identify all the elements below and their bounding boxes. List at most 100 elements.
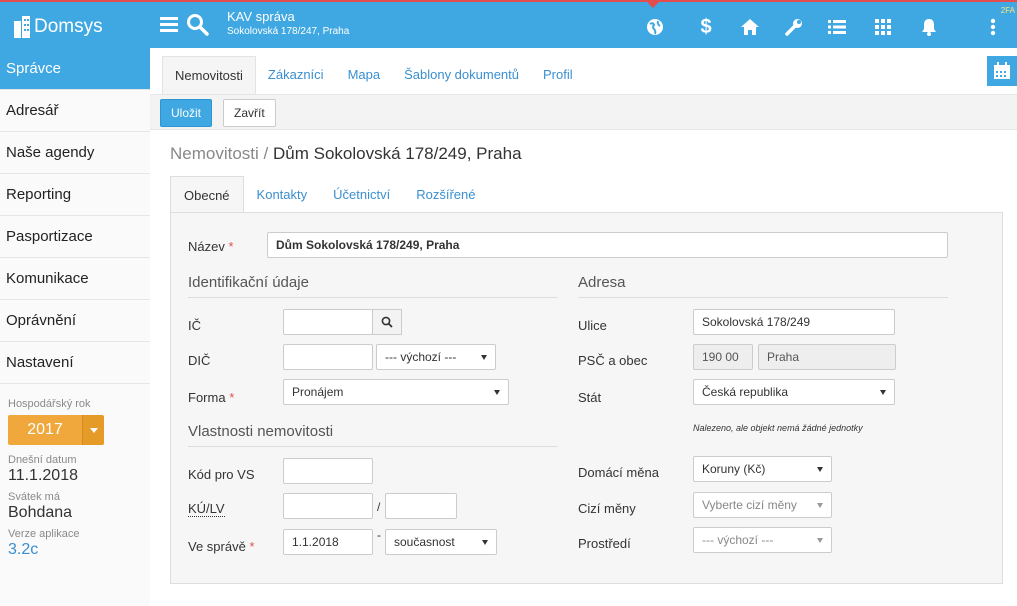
close-button[interactable]: Zavřít (223, 99, 276, 127)
bell-icon[interactable] (918, 16, 940, 38)
ve-sprave-separator: - (377, 528, 381, 542)
tab-sablony-dokumentu[interactable]: Šablony dokumentů (392, 56, 531, 94)
kod-vs-field[interactable] (283, 458, 373, 484)
sidebar-item-spravce[interactable]: Správce (0, 48, 150, 90)
ve-sprave-to-select[interactable]: současnost (385, 529, 497, 555)
sidebar: Správce Adresář Naše agendy Reporting Pa… (0, 48, 150, 606)
name-field[interactable]: Dům Sokolovská 178/249, Praha (267, 232, 948, 258)
dic-field[interactable] (283, 344, 373, 370)
forma-select[interactable]: Pronájem (283, 379, 509, 405)
ic-lookup-button[interactable] (372, 309, 402, 335)
breadcrumb-parent[interactable]: Nemovitosti / (170, 144, 268, 163)
sidebar-item-opravneni[interactable]: Oprávnění (0, 300, 150, 342)
fiscal-year-label: Hospodářský rok (8, 398, 91, 410)
chevron-down-icon (482, 540, 488, 545)
ku-lv-label[interactable]: KÚ/LV (188, 501, 225, 517)
ve-sprave-from-field[interactable]: 1.1.2018 (283, 529, 373, 555)
fiscal-year-value[interactable]: 2017 (8, 415, 82, 445)
obec-field: Praha (758, 344, 896, 370)
ve-sprave-label: Ve správě * (188, 539, 255, 554)
required-mark: * (229, 390, 235, 405)
breadcrumb-current: Dům Sokolovská 178/249, Praha (272, 144, 522, 163)
prostredi-label: Prostředí (578, 536, 631, 551)
domaci-mena-label: Domácí měna (578, 465, 659, 480)
tab-zakaznici[interactable]: Zákazníci (256, 56, 336, 94)
list-icon[interactable] (826, 16, 848, 38)
cizi-meny-select[interactable]: Vyberte cizí měny (693, 492, 832, 518)
kod-vs-label: Kód pro VS (188, 467, 255, 482)
page-title: Nemovitosti / Dům Sokolovská 178/249, Pr… (170, 144, 522, 164)
search-icon (381, 316, 393, 328)
prostredi-select[interactable]: --- výchozí --- (693, 527, 832, 553)
hamburger-menu-icon[interactable] (160, 14, 180, 37)
app-logo[interactable]: Domsys (12, 12, 103, 42)
tab-rozsirene[interactable]: Rozšířené (403, 176, 488, 213)
sidebar-item-nase-agendy[interactable]: Naše agendy (0, 132, 150, 174)
stat-label: Stát (578, 390, 602, 405)
name-label: Název * (188, 239, 234, 254)
app-name: Domsys (34, 16, 103, 37)
sidebar-item-nastaveni[interactable]: Nastavení (0, 342, 150, 384)
save-button[interactable]: Uložit (160, 99, 213, 127)
psc-field: 190 00 (693, 344, 753, 370)
more-vertical-icon[interactable] (982, 16, 1004, 38)
ve-sprave-to-value: současnost (394, 535, 455, 549)
dollar-icon[interactable]: $ (695, 16, 717, 38)
required-mark: * (249, 539, 255, 554)
building-logo-icon (14, 16, 30, 38)
top-bar: Domsys KAV správa Sokolovská 178/247, Pr… (0, 0, 1017, 48)
cizi-meny-placeholder: Vyberte cizí měny (702, 498, 797, 512)
sidebar-info: Hospodářský rok 2017 Dnešní datum 11.1.2… (0, 384, 150, 559)
fiscal-year-selector[interactable]: 2017 (8, 415, 104, 445)
tab-profil[interactable]: Profil (531, 56, 585, 94)
ulice-field[interactable]: Sokolovská 178/249 (693, 309, 895, 335)
nameday-label: Svátek má (8, 491, 60, 503)
chevron-down-icon (817, 538, 823, 543)
ku-field[interactable] (283, 493, 373, 519)
stat-select-value: Česká republika (702, 385, 789, 399)
home-icon[interactable] (739, 16, 761, 38)
props-section-title: Vlastnosti nemovitosti (188, 423, 558, 447)
tab-obecne[interactable]: Obecné (170, 176, 244, 213)
forma-select-value: Pronájem (292, 385, 344, 399)
wrench-icon[interactable] (783, 16, 805, 38)
ident-section-title: Identifikační údaje (188, 274, 558, 298)
today-label: Dnešní datum (8, 454, 77, 466)
sidebar-item-adresar[interactable]: Adresář (0, 90, 150, 132)
stat-select[interactable]: Česká republika (693, 379, 895, 405)
sidebar-item-pasportizace[interactable]: Pasportizace (0, 216, 150, 258)
forma-label-text: Forma (188, 390, 226, 405)
psc-obec-label: PSČ a obec (578, 353, 648, 368)
ve-sprave-label-text: Ve správě (188, 539, 246, 554)
today-value: 11.1.2018 (8, 467, 78, 484)
dic-select-value: --- výchozí --- (385, 350, 457, 364)
tab-ucetnictvi[interactable]: Účetnictví (320, 176, 403, 213)
search-icon[interactable] (186, 13, 210, 40)
ic-label: IČ (188, 318, 201, 333)
domaci-mena-select[interactable]: Koruny (Kč) (693, 456, 832, 482)
lv-field[interactable] (385, 493, 457, 519)
version-label: Verze aplikace (8, 528, 80, 540)
chevron-down-icon (817, 503, 823, 508)
context-subtitle: Sokolovská 178/247, Praha (227, 26, 350, 37)
nameday-value: Bohdana (8, 504, 73, 521)
tab-nemovitosti[interactable]: Nemovitosti (162, 56, 256, 94)
sidebar-item-reporting[interactable]: Reporting (0, 174, 150, 216)
context-switcher[interactable]: KAV správa Sokolovská 178/247, Praha (227, 9, 349, 39)
tab-mapa[interactable]: Mapa (336, 56, 393, 94)
dic-label: DIČ (188, 353, 211, 368)
grid-icon[interactable] (872, 16, 894, 38)
chevron-down-icon (880, 390, 886, 395)
tab-kontakty[interactable]: Kontakty (244, 176, 321, 213)
version-link[interactable]: 3.2c (8, 540, 150, 559)
dic-select[interactable]: --- výchozí --- (376, 344, 496, 370)
domaci-mena-value: Koruny (Kč) (702, 462, 766, 476)
globe-icon[interactable] (644, 16, 666, 38)
two-factor-badge: 2FA (1000, 6, 1015, 15)
form-panel: Název * Dům Sokolovská 178/249, Praha Id… (170, 212, 1003, 584)
calendar-button[interactable] (987, 56, 1017, 86)
ic-field[interactable] (283, 309, 373, 335)
fiscal-year-dropdown-icon[interactable] (82, 415, 104, 445)
sidebar-item-komunikace[interactable]: Komunikace (0, 258, 150, 300)
toolbar: Uložit Zavřít (150, 94, 1017, 130)
